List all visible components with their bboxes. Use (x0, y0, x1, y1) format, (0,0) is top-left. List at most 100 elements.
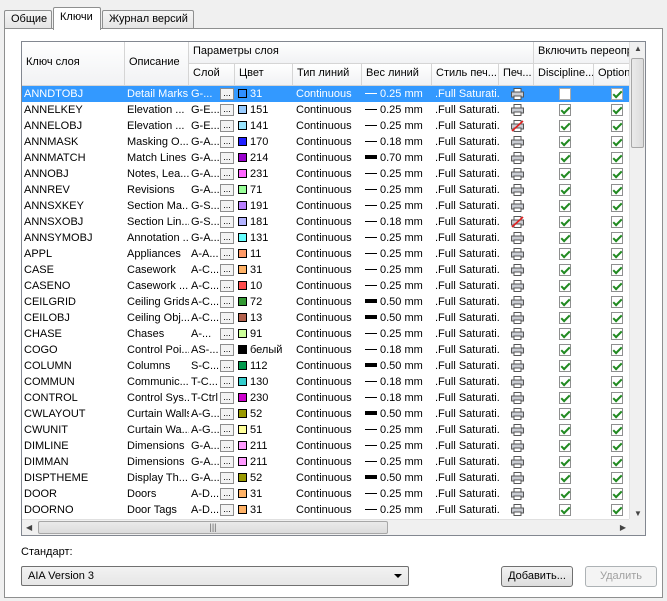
table-row[interactable]: CASENO Casework ... A-C...... 10 Continuous 0… (22, 278, 630, 294)
cell-lineweight[interactable]: 0.50 mm (363, 406, 432, 422)
cell-lineweight[interactable]: 0.25 mm (363, 118, 432, 134)
table-row[interactable]: ANNMATCH Match Lines G-A...... 214 Continuou… (22, 150, 630, 166)
cell-color[interactable]: 170 (236, 134, 293, 150)
layer-browse-button[interactable]: ... (220, 504, 234, 516)
layer-browse-button[interactable]: ... (220, 408, 234, 420)
header-linetype[interactable]: Тип линий (293, 64, 362, 86)
discipline-checkbox[interactable] (559, 488, 571, 500)
cell-plotstyle[interactable]: .Full Saturati... (433, 214, 499, 230)
printer-icon[interactable] (511, 376, 524, 388)
layer-browse-button[interactable]: ... (220, 232, 234, 244)
optional-checkbox[interactable] (611, 440, 623, 452)
printer-icon[interactable] (511, 408, 524, 420)
header-layer-key[interactable]: Ключ слоя (22, 42, 125, 86)
cell-linetype[interactable]: Continuous (294, 246, 362, 262)
layer-browse-button[interactable]: ... (220, 120, 234, 132)
discipline-checkbox[interactable] (559, 408, 571, 420)
table-row[interactable]: ANNREV Revisions G-A...... 71 Continuous 0.25… (22, 182, 630, 198)
cell-plotstyle[interactable]: .Full Saturati... (433, 182, 499, 198)
optional-checkbox[interactable] (611, 216, 623, 228)
cell-lineweight[interactable]: 0.25 mm (363, 102, 432, 118)
optional-checkbox[interactable] (611, 120, 623, 132)
printer-icon[interactable] (511, 88, 524, 100)
discipline-checkbox[interactable] (559, 136, 571, 148)
cell-color[interactable]: 230 (236, 390, 293, 406)
optional-checkbox[interactable] (611, 360, 623, 372)
cell-lineweight[interactable]: 0.25 mm (363, 278, 432, 294)
table-row[interactable]: COMMUN Communic... T-C...... 130 Continuous 0… (22, 374, 630, 390)
optional-checkbox[interactable] (611, 248, 623, 260)
layer-browse-button[interactable]: ... (220, 216, 234, 228)
optional-checkbox[interactable] (611, 104, 623, 116)
printer-icon[interactable] (511, 200, 524, 212)
header-layer[interactable]: Слой (189, 64, 235, 86)
printer-icon[interactable] (511, 264, 524, 276)
table-row[interactable]: CEILGRID Ceiling Grids A-C...... 72 Continuo… (22, 294, 630, 310)
cell-color[interactable]: 91 (236, 326, 293, 342)
layer-browse-button[interactable]: ... (220, 328, 234, 340)
discipline-checkbox[interactable] (559, 184, 571, 196)
printer-icon[interactable] (511, 456, 524, 468)
optional-checkbox[interactable] (611, 456, 623, 468)
cell-linetype[interactable]: Continuous (294, 422, 362, 438)
add-button[interactable]: Добавить... (501, 566, 573, 587)
cell-lineweight[interactable]: 0.18 mm (363, 342, 432, 358)
cell-plotstyle[interactable]: .Full Saturati... (433, 390, 499, 406)
discipline-checkbox[interactable] (559, 472, 571, 484)
cell-color[interactable]: 51 (236, 422, 293, 438)
discipline-checkbox[interactable] (559, 312, 571, 324)
table-row[interactable]: CONTROL Control Sys... T-Ctrl... 230 Continu… (22, 390, 630, 406)
table-row[interactable]: DOOR Doors A-D...... 31 Continuous 0.25 mm .Fu… (22, 486, 630, 502)
layer-browse-button[interactable]: ... (220, 152, 234, 164)
table-row[interactable]: COGO Control Poi... AS-...... белый Continuo… (22, 342, 630, 358)
discipline-checkbox[interactable] (559, 248, 571, 260)
cell-color[interactable]: 130 (236, 374, 293, 390)
optional-checkbox[interactable] (611, 296, 623, 308)
printer-icon[interactable] (511, 344, 524, 356)
discipline-checkbox[interactable] (559, 280, 571, 292)
tab-version-history[interactable]: Журнал версий (102, 10, 194, 29)
discipline-checkbox[interactable] (559, 264, 571, 276)
printer-icon[interactable] (511, 472, 524, 484)
optional-checkbox[interactable] (611, 88, 623, 100)
cell-linetype[interactable]: Continuous (294, 262, 362, 278)
table-row[interactable]: COLUMN Columns S-C...... 112 Continuous 0.50 … (22, 358, 630, 374)
optional-checkbox[interactable] (611, 200, 623, 212)
table-row[interactable]: ANNSXKEY Section Ma... G-S...... 191 Continu… (22, 198, 630, 214)
cell-lineweight[interactable]: 0.50 mm (363, 310, 432, 326)
printer-icon[interactable] (511, 152, 524, 164)
cell-plotstyle[interactable]: .Full Saturati... (433, 310, 499, 326)
optional-checkbox[interactable] (611, 328, 623, 340)
cell-plotstyle[interactable]: .Full Saturati... (433, 166, 499, 182)
cell-linetype[interactable]: Continuous (294, 342, 362, 358)
cell-plotstyle[interactable]: .Full Saturati... (433, 358, 499, 374)
cell-lineweight[interactable]: 0.25 mm (363, 502, 432, 518)
cell-color[interactable]: 131 (236, 230, 293, 246)
horizontal-scroll-thumb[interactable]: ||| (38, 521, 388, 534)
printer-icon[interactable] (511, 104, 524, 116)
discipline-checkbox[interactable] (559, 328, 571, 340)
cell-color[interactable]: 52 (236, 470, 293, 486)
layer-browse-button[interactable]: ... (220, 280, 234, 292)
printer-icon[interactable] (511, 504, 524, 516)
cell-linetype[interactable]: Continuous (294, 102, 362, 118)
optional-checkbox[interactable] (611, 424, 623, 436)
cell-lineweight[interactable]: 0.25 mm (363, 326, 432, 342)
layer-browse-button[interactable]: ... (220, 168, 234, 180)
printer-icon[interactable] (511, 136, 524, 148)
cell-color[interactable]: 10 (236, 278, 293, 294)
cell-plotstyle[interactable]: .Full Saturati... (433, 246, 499, 262)
cell-color[interactable]: 52 (236, 406, 293, 422)
optional-checkbox[interactable] (611, 312, 623, 324)
cell-color[interactable]: 31 (236, 486, 293, 502)
cell-linetype[interactable]: Continuous (294, 118, 362, 134)
table-row[interactable]: CEILOBJ Ceiling Obj... A-C...... 13 Continuo… (22, 310, 630, 326)
discipline-checkbox[interactable] (559, 296, 571, 308)
cell-plotstyle[interactable]: .Full Saturati... (433, 150, 499, 166)
cell-color[interactable]: 11 (236, 246, 293, 262)
cell-plotstyle[interactable]: .Full Saturati... (433, 278, 499, 294)
delete-button[interactable]: Удалить (585, 566, 657, 587)
layer-browse-button[interactable]: ... (220, 440, 234, 452)
tab-keys[interactable]: Ключи (53, 7, 101, 30)
table-row[interactable]: ANNSXOBJ Section Lin... G-S...... 181 Contin… (22, 214, 630, 230)
